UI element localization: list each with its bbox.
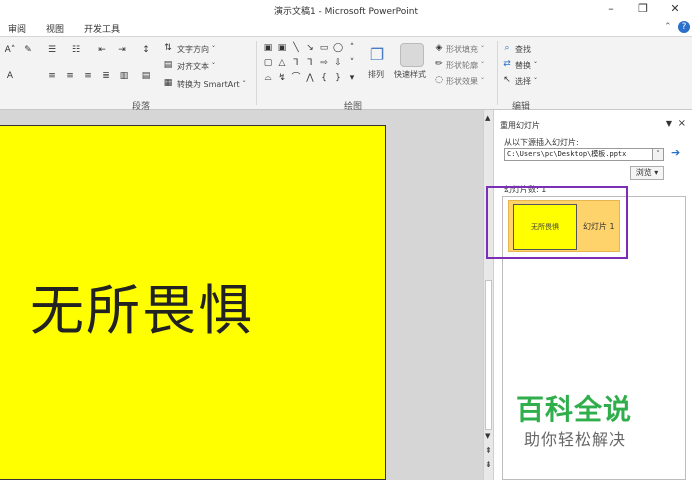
close-button[interactable]: ✕ bbox=[664, 2, 686, 16]
flowchart-shape-icon[interactable]: ⌓ bbox=[262, 73, 274, 83]
quick-styles-icon bbox=[400, 43, 424, 67]
numbering-icon[interactable]: ☷ bbox=[70, 45, 82, 55]
text-direction-icon: ⇅ bbox=[164, 43, 172, 53]
align-text-icon: ▤ bbox=[163, 60, 173, 70]
align-text-button[interactable]: 对齐文本 ˇ bbox=[177, 61, 216, 72]
gallery-scroll-down-icon[interactable]: ˅ bbox=[346, 58, 358, 68]
oval-shape-icon[interactable]: ◯ bbox=[332, 43, 344, 53]
slide-workspace: 无所畏惧 bbox=[0, 110, 483, 480]
smartart-icon: ▦ bbox=[163, 78, 173, 88]
go-arrow-icon[interactable]: ➔ bbox=[671, 146, 680, 159]
decrease-indent-icon[interactable]: ⇤ bbox=[96, 45, 108, 55]
pane-options-icon[interactable]: ▼ bbox=[666, 119, 672, 128]
slide-canvas[interactable]: 无所畏惧 bbox=[0, 125, 386, 480]
align-right-icon[interactable]: ≡ bbox=[82, 71, 94, 81]
line-spacing-icon[interactable]: ↕ bbox=[140, 45, 152, 55]
ribbon-tabs: 审阅 视图 开发工具 ⌃ ? bbox=[0, 18, 692, 38]
next-slide-icon[interactable]: ⇟ bbox=[485, 460, 492, 469]
help-icon[interactable]: ? bbox=[678, 21, 690, 33]
pane-title: 重用幻灯片 bbox=[500, 121, 540, 130]
shape-outline-icon: ✏ bbox=[435, 59, 443, 69]
lightning-shape-icon[interactable]: ↯ bbox=[276, 73, 288, 83]
replace-icon: ⇄ bbox=[503, 59, 511, 69]
clear-format-icon[interactable]: ✎ bbox=[22, 45, 34, 55]
shape-fill-button[interactable]: 形状填充 ˇ bbox=[446, 44, 485, 55]
minimize-button[interactable]: – bbox=[600, 2, 622, 16]
select-icon: ↖ bbox=[503, 75, 511, 85]
scroll-thumb[interactable] bbox=[485, 280, 492, 430]
elbow-connector-icon[interactable]: ⅂ bbox=[290, 58, 302, 68]
title-bar: 演示文稿1 - Microsoft PowerPoint – ❐ ✕ bbox=[0, 0, 692, 18]
find-button[interactable]: 查找 bbox=[515, 44, 531, 55]
shape-effects-icon: ◌ bbox=[435, 75, 443, 85]
shapes-gallery[interactable]: ▣ ▣ ╲ ↘ ▭ ◯ ▢ △ ⅂ ⅂ ⇨ ⇩ ⌓ ↯ ⌒ ⋀ { } ˄ ˅ … bbox=[262, 41, 358, 91]
bullets-icon[interactable]: ☰ bbox=[46, 45, 58, 55]
path-dropdown-icon[interactable]: ˅ bbox=[652, 148, 664, 161]
elbow-arrow-icon[interactable]: ⅂ bbox=[304, 58, 316, 68]
text-direction-button[interactable]: 文字方向 ˇ bbox=[177, 44, 216, 55]
group-divider bbox=[256, 41, 257, 105]
textbox-shape-icon[interactable]: ▣ bbox=[262, 43, 274, 53]
right-arrow-shape-icon[interactable]: ⇨ bbox=[318, 58, 330, 68]
font-color-icon[interactable]: A bbox=[4, 71, 16, 81]
column-settings-icon[interactable]: ▤ bbox=[140, 71, 152, 81]
right-brace-shape-icon[interactable]: } bbox=[332, 73, 344, 83]
columns-icon[interactable]: ▥ bbox=[118, 71, 130, 81]
replace-button[interactable]: 替换 ˇ bbox=[515, 60, 538, 71]
line-shape-icon[interactable]: ╲ bbox=[290, 43, 302, 53]
source-path-input[interactable]: C:\Users\pc\Desktop\模板.pptx bbox=[504, 148, 654, 161]
shape-outline-button[interactable]: 形状轮廓 ˇ bbox=[446, 60, 485, 71]
watermark-title: 百科全说 bbox=[516, 393, 633, 426]
align-left-icon[interactable]: ≡ bbox=[46, 71, 58, 81]
scroll-down-icon[interactable]: ▼ bbox=[485, 432, 490, 440]
arrow-line-shape-icon[interactable]: ↘ bbox=[304, 43, 316, 53]
align-center-icon[interactable]: ≡ bbox=[64, 71, 76, 81]
shape-effects-button[interactable]: 形状效果 ˇ bbox=[446, 76, 485, 87]
down-arrow-shape-icon[interactable]: ⇩ bbox=[332, 58, 344, 68]
rectangle-shape-icon[interactable]: ▭ bbox=[318, 43, 330, 53]
curve-shape-icon[interactable]: ⌒ bbox=[290, 73, 302, 83]
gallery-scroll-up-icon[interactable]: ˄ bbox=[346, 43, 358, 53]
convert-smartart-button[interactable]: 转换为 SmartArt ˇ bbox=[177, 79, 246, 90]
watermark-subtitle: 助你轻松解决 bbox=[524, 430, 627, 449]
slide-title-text[interactable]: 无所畏惧 bbox=[30, 266, 254, 345]
ribbon-collapse-icon[interactable]: ⌃ bbox=[664, 22, 672, 32]
restore-button[interactable]: ❐ bbox=[632, 2, 654, 16]
scroll-up-icon[interactable]: ▲ bbox=[485, 114, 490, 122]
vertical-scrollbar[interactable]: ▲ ▼ ⇞ ⇟ bbox=[483, 110, 493, 480]
gallery-more-icon[interactable]: ▾ bbox=[346, 73, 358, 83]
group-divider bbox=[497, 41, 498, 105]
tab-view[interactable]: 视图 bbox=[46, 22, 64, 35]
vertical-textbox-shape-icon[interactable]: ▣ bbox=[276, 43, 288, 53]
pane-close-button[interactable]: × bbox=[678, 118, 686, 129]
previous-slide-icon[interactable]: ⇞ bbox=[485, 446, 492, 455]
left-brace-shape-icon[interactable]: { bbox=[318, 73, 330, 83]
rounded-rect-shape-icon[interactable]: ▢ bbox=[262, 58, 274, 68]
arrange-button[interactable]: 排列 bbox=[368, 69, 384, 80]
ribbon: A˄ ✎ A ☰ ☷ ⇤ ⇥ ↕ ≡ ≡ ≡ ≣ ▥ ▤ ⇅ 文字方向 ˇ ▤ … bbox=[0, 36, 692, 112]
insert-from-label: 从以下源插入幻灯片: bbox=[504, 138, 579, 147]
find-icon: ⌕ bbox=[504, 43, 510, 53]
window-title: 演示文稿1 - Microsoft PowerPoint bbox=[273, 7, 419, 17]
increase-indent-icon[interactable]: ⇥ bbox=[116, 45, 128, 55]
freeform-shape-icon[interactable]: ⋀ bbox=[304, 73, 316, 83]
font-size-up-icon[interactable]: A˄ bbox=[4, 45, 16, 55]
quick-styles-button[interactable]: 快速样式 bbox=[394, 69, 426, 80]
select-button[interactable]: 选择 ˇ bbox=[515, 76, 538, 87]
tab-developer[interactable]: 开发工具 bbox=[84, 22, 120, 35]
highlight-annotation bbox=[486, 186, 628, 259]
shape-fill-icon: ◈ bbox=[435, 43, 443, 53]
arrange-icon: ❐ bbox=[369, 45, 385, 64]
triangle-shape-icon[interactable]: △ bbox=[276, 58, 288, 68]
justify-icon[interactable]: ≣ bbox=[100, 71, 112, 81]
tab-review[interactable]: 审阅 bbox=[8, 22, 26, 35]
browse-button[interactable]: 浏览 ▾ bbox=[630, 166, 664, 180]
